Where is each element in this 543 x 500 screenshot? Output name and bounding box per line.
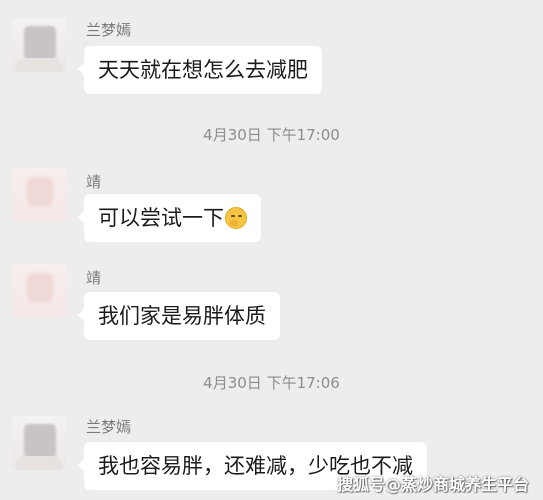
thinking-face-icon <box>225 207 247 229</box>
avatar[interactable] <box>12 263 66 317</box>
avatar-photo <box>24 26 56 60</box>
watermark: 搜狐号@蒸炒商城养生平台 <box>336 475 529 494</box>
avatar[interactable] <box>12 416 66 470</box>
sender-name: 兰梦嫣 <box>86 418 132 436</box>
thinking-hand-icon <box>230 220 238 226</box>
avatar[interactable] <box>12 18 66 72</box>
message-bubble[interactable]: 我们家是易胖体质 <box>78 292 280 340</box>
message-bubble[interactable]: 可以尝试一下 <box>78 194 261 242</box>
message-bubble[interactable]: 天天就在想怎么去减肥 <box>78 46 322 94</box>
sender-name: 靖 <box>86 269 102 287</box>
message-text: 可以尝试一下 <box>98 206 224 230</box>
message-timestamp: 4月30日 下午17:06 <box>203 374 340 392</box>
avatar-photo <box>24 424 56 458</box>
avatar-body <box>16 58 62 72</box>
avatar-photo <box>27 273 53 303</box>
sender-name: 靖 <box>86 173 102 191</box>
avatar-photo <box>27 177 53 207</box>
message-timestamp: 4月30日 下午17:00 <box>203 126 340 144</box>
avatar-body <box>16 456 62 470</box>
sender-name: 兰梦嫣 <box>86 21 132 39</box>
chat-window: 兰梦嫣 天天就在想怎么去减肥 4月30日 下午17:00 靖 可以尝试一下 靖 … <box>0 0 543 500</box>
avatar[interactable] <box>12 167 66 221</box>
